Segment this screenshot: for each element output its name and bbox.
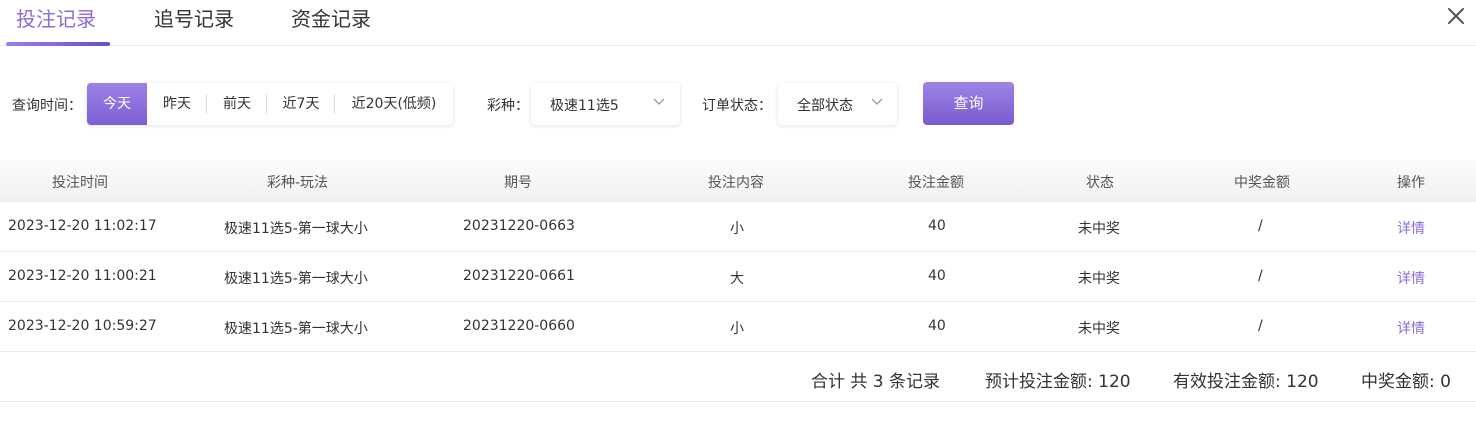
cell-lottery-play: 极速11选5-第一球大小 (224, 321, 368, 337)
details-link[interactable]: 详情 (1397, 318, 1425, 338)
table-row: 2023-12-20 11:02:17 极速11选5-第一球大小 2023122… (0, 202, 1476, 252)
cell-issue: 20231220-0660 (463, 318, 575, 334)
summary-bar: 合计 共 3 条记录 预计投注金额: 120 有效投注金额: 120 中奖金额:… (0, 352, 1476, 402)
table-header: 投注时间 彩种-玩法 期号 投注内容 投注金额 状态 中奖金额 操作 (0, 160, 1476, 202)
details-link[interactable]: 详情 (1397, 218, 1425, 238)
cell-lottery-play: 极速11选5-第一球大小 (224, 221, 368, 237)
cell-issue: 20231220-0663 (463, 218, 575, 234)
date-option-yesterday[interactable]: 昨天 (147, 83, 207, 125)
header-action: 操作 (1397, 175, 1425, 191)
date-option-day-before[interactable]: 前天 (207, 83, 267, 125)
cell-lottery-play: 极速11选5-第一球大小 (224, 271, 368, 287)
chevron-down-icon (871, 98, 883, 105)
cell-issue: 20231220-0661 (463, 268, 575, 284)
header-lottery-play: 彩种-玩法 (267, 175, 329, 191)
cell-bet-amount: 40 (928, 218, 946, 234)
header-win-amount: 中奖金额 (1234, 175, 1290, 191)
cell-bet-time: 2023-12-20 11:02:17 (8, 218, 157, 234)
cell-bet-content: 小 (730, 321, 744, 337)
tab-bet-records[interactable]: 投注记录 (16, 3, 96, 32)
cell-win-amount: / (1258, 318, 1263, 334)
tab-bar: 投注记录 追号记录 资金记录 (0, 0, 1476, 46)
header-bet-time: 投注时间 (52, 175, 108, 191)
cell-bet-content: 小 (730, 221, 744, 237)
header-bet-content: 投注内容 (708, 175, 764, 191)
date-range-segmented: 今天 昨天 前天 近7天 近20天(低频) (87, 83, 453, 125)
order-status-select[interactable]: 全部状态 (778, 83, 897, 125)
cell-win-amount: / (1258, 268, 1263, 284)
cell-bet-content: 大 (730, 271, 744, 287)
query-button[interactable]: 查询 (923, 82, 1014, 125)
query-time-label: 查询时间： (12, 98, 82, 114)
summary-win-amount: 中奖金额: 0 (1361, 372, 1451, 392)
lottery-select[interactable]: 极速11选5 (531, 83, 680, 125)
cell-status: 未中奖 (1078, 271, 1120, 287)
date-option-7-days[interactable]: 近7天 (267, 83, 335, 125)
cell-bet-time: 2023-12-20 10:59:27 (8, 318, 157, 334)
order-status-select-value: 全部状态 (797, 98, 853, 114)
details-link[interactable]: 详情 (1397, 268, 1425, 288)
cell-status: 未中奖 (1078, 221, 1120, 237)
summary-expected-bet: 预计投注金额: 120 (985, 372, 1131, 392)
cell-bet-amount: 40 (928, 318, 946, 334)
table-row: 2023-12-20 11:00:21 极速11选5-第一球大小 2023122… (0, 252, 1476, 302)
close-icon[interactable] (1444, 4, 1468, 28)
date-option-20-days[interactable]: 近20天(低频) (335, 83, 453, 125)
header-bet-amount: 投注金额 (908, 175, 964, 191)
header-status: 状态 (1086, 175, 1114, 191)
table-row: 2023-12-20 10:59:27 极速11选5-第一球大小 2023122… (0, 302, 1476, 352)
cell-bet-amount: 40 (928, 268, 946, 284)
summary-total-records: 合计 共 3 条记录 (811, 372, 941, 392)
chevron-down-icon (653, 98, 665, 105)
date-option-today[interactable]: 今天 (87, 83, 147, 125)
order-status-label: 订单状态： (702, 98, 772, 114)
summary-valid-bet: 有效投注金额: 120 (1173, 372, 1319, 392)
active-tab-indicator (6, 42, 110, 46)
tab-chase-records[interactable]: 追号记录 (154, 3, 234, 32)
lottery-select-value: 极速11选5 (550, 98, 619, 114)
tab-fund-records[interactable]: 资金记录 (291, 3, 371, 32)
cell-win-amount: / (1258, 218, 1263, 234)
cell-status: 未中奖 (1078, 321, 1120, 337)
cell-bet-time: 2023-12-20 11:00:21 (8, 268, 157, 284)
header-issue: 期号 (504, 175, 532, 191)
lottery-label: 彩种： (487, 98, 529, 114)
